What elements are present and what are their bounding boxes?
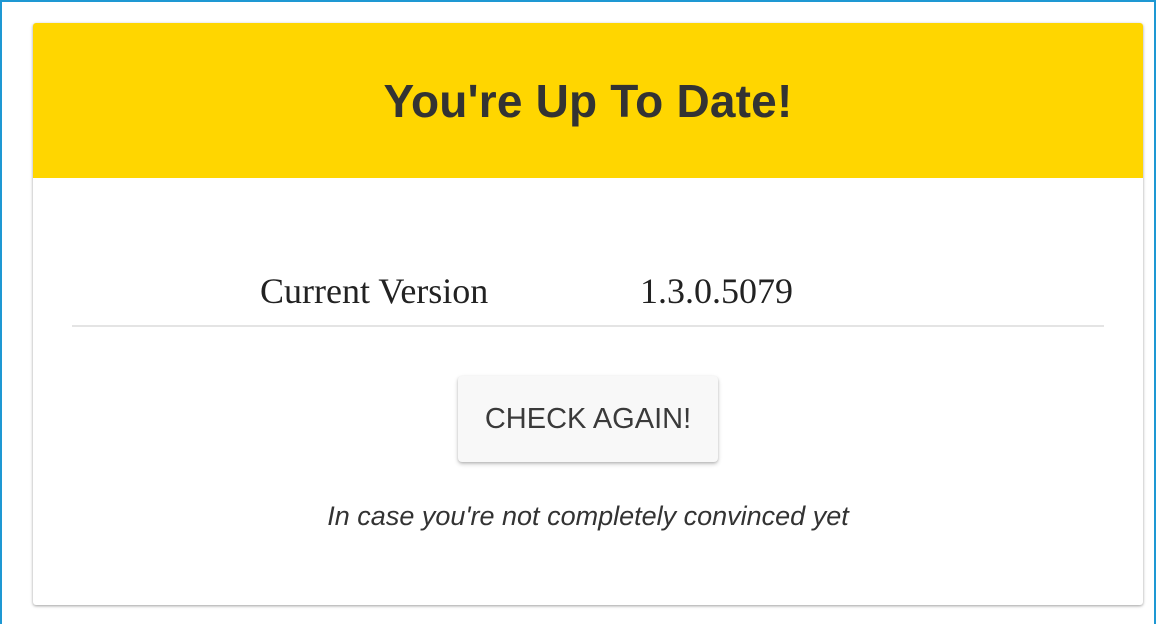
divider: [72, 325, 1104, 327]
card-header: You're Up To Date!: [33, 23, 1143, 178]
update-status-card: You're Up To Date! Current Version 1.3.0…: [33, 23, 1143, 605]
version-row: Current Version 1.3.0.5079: [33, 261, 1143, 321]
current-version-label: Current Version: [260, 271, 489, 311]
check-again-button[interactable]: CHECK AGAIN!: [458, 376, 718, 462]
current-version-value: 1.3.0.5079: [640, 271, 793, 311]
page-title: You're Up To Date!: [383, 74, 793, 127]
reassurance-note: In case you're not completely convinced …: [327, 501, 849, 531]
